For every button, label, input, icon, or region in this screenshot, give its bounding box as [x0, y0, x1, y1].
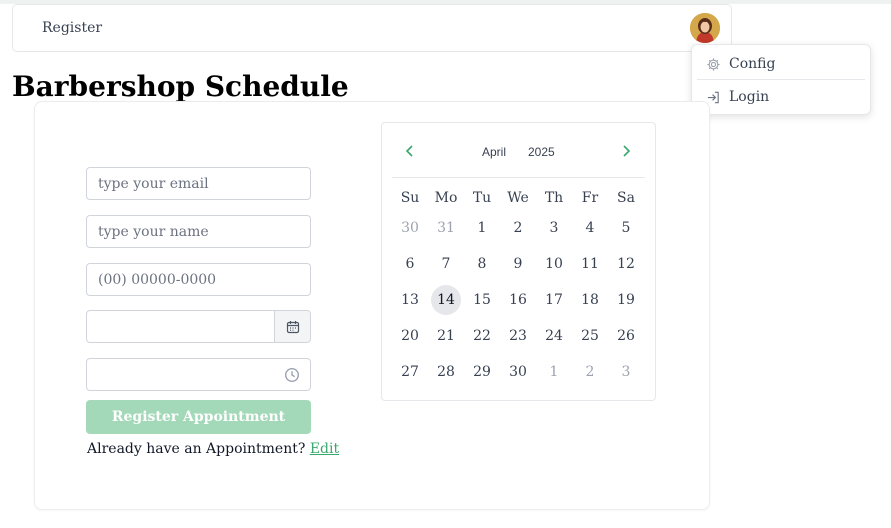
- calendar-weekday: Su: [400, 190, 420, 206]
- calendar-day[interactable]: 27: [395, 357, 425, 387]
- calendar-day[interactable]: 10: [539, 249, 569, 279]
- calendar-day[interactable]: 11: [575, 249, 605, 279]
- calendar-day[interactable]: 28: [431, 357, 461, 387]
- calendar-day[interactable]: 25: [575, 321, 605, 351]
- menu-divider: [697, 79, 865, 80]
- phone-input[interactable]: [87, 264, 310, 295]
- calendar-day[interactable]: 5: [611, 213, 641, 243]
- calendar-day[interactable]: 23: [503, 321, 533, 351]
- name-field[interactable]: [86, 215, 311, 248]
- calendar-day[interactable]: 3: [611, 357, 641, 387]
- clock-icon[interactable]: [284, 367, 300, 383]
- email-input[interactable]: [87, 168, 310, 199]
- calendar-day[interactable]: 2: [503, 213, 533, 243]
- calendar-day[interactable]: 19: [611, 285, 641, 315]
- calendar-day[interactable]: 31: [431, 213, 461, 243]
- calendar-divider: [392, 177, 645, 178]
- calendar-day[interactable]: 8: [467, 249, 497, 279]
- calendar-day[interactable]: 24: [539, 321, 569, 351]
- calendar-day[interactable]: 29: [467, 357, 497, 387]
- phone-field[interactable]: [86, 263, 311, 296]
- calendar-weekday: We: [507, 190, 529, 206]
- page-title: Barbershop Schedule: [12, 70, 349, 103]
- calendar-day[interactable]: 21: [431, 321, 461, 351]
- chevron-left-icon[interactable]: [402, 143, 418, 159]
- email-field[interactable]: [86, 167, 311, 200]
- menu-item-config[interactable]: Config: [697, 49, 865, 79]
- calendar-day[interactable]: 16: [503, 285, 533, 315]
- calendar-day[interactable]: 12: [611, 249, 641, 279]
- login-icon: [707, 91, 719, 103]
- calendar-day[interactable]: 22: [467, 321, 497, 351]
- calendar-day[interactable]: 3: [539, 213, 569, 243]
- calendar-day[interactable]: 30: [503, 357, 533, 387]
- calendar-day-today[interactable]: 14: [431, 285, 461, 315]
- calendar-day[interactable]: 1: [467, 213, 497, 243]
- menu-item-config-label: Config: [729, 56, 776, 72]
- menu-item-login-label: Login: [729, 89, 770, 105]
- date-field[interactable]: [86, 310, 311, 343]
- calendar-day[interactable]: 26: [611, 321, 641, 351]
- calendar-day[interactable]: 9: [503, 249, 533, 279]
- calendar-weekday: Sa: [617, 190, 635, 206]
- gear-icon: [707, 57, 720, 71]
- calendar-day[interactable]: 20: [395, 321, 425, 351]
- calendar-year[interactable]: 2025: [528, 145, 555, 159]
- calendar-weekday: Th: [544, 190, 564, 206]
- register-appointment-button[interactable]: Register Appointment: [86, 400, 311, 434]
- chevron-right-icon[interactable]: [618, 143, 634, 159]
- avatar-image: [690, 13, 720, 43]
- calendar-weekday: Mo: [434, 190, 458, 206]
- calendar-day[interactable]: 13: [395, 285, 425, 315]
- calendar-day[interactable]: 6: [395, 249, 425, 279]
- calendar-day[interactable]: 7: [431, 249, 461, 279]
- time-field[interactable]: [86, 358, 311, 391]
- navbar: Register: [12, 4, 732, 52]
- calendar-day[interactable]: 17: [539, 285, 569, 315]
- user-menu-dropdown: Config Login: [691, 44, 871, 115]
- calendar-day[interactable]: 2: [575, 357, 605, 387]
- existing-appointment-text: Already have an Appointment?: [87, 441, 306, 457]
- time-input[interactable]: [87, 359, 277, 390]
- menu-item-login[interactable]: Login: [697, 82, 865, 112]
- existing-appointment-prompt: Already have an Appointment? Edit: [87, 441, 339, 457]
- calendar-weekday: Fr: [581, 190, 599, 206]
- user-avatar[interactable]: [690, 13, 720, 43]
- nav-register-link[interactable]: Register: [42, 20, 102, 36]
- calendar-month[interactable]: April: [482, 145, 506, 159]
- date-picker-button[interactable]: [274, 311, 310, 342]
- calendar-day[interactable]: 1: [539, 357, 569, 387]
- name-input[interactable]: [87, 216, 310, 247]
- calendar: April 2025 Su Mo Tu We Th Fr Sa 30 31 1 2 3 4 5 6 7 8 9 10…: [381, 122, 656, 401]
- calendar-weekday: Tu: [472, 190, 492, 206]
- calendar-day[interactable]: 4: [575, 213, 605, 243]
- date-input[interactable]: [87, 311, 275, 342]
- calendar-day[interactable]: 18: [575, 285, 605, 315]
- calendar-day[interactable]: 30: [395, 213, 425, 243]
- calendar-day[interactable]: 15: [467, 285, 497, 315]
- edit-link[interactable]: Edit: [310, 441, 339, 457]
- calendar-icon: [286, 320, 299, 333]
